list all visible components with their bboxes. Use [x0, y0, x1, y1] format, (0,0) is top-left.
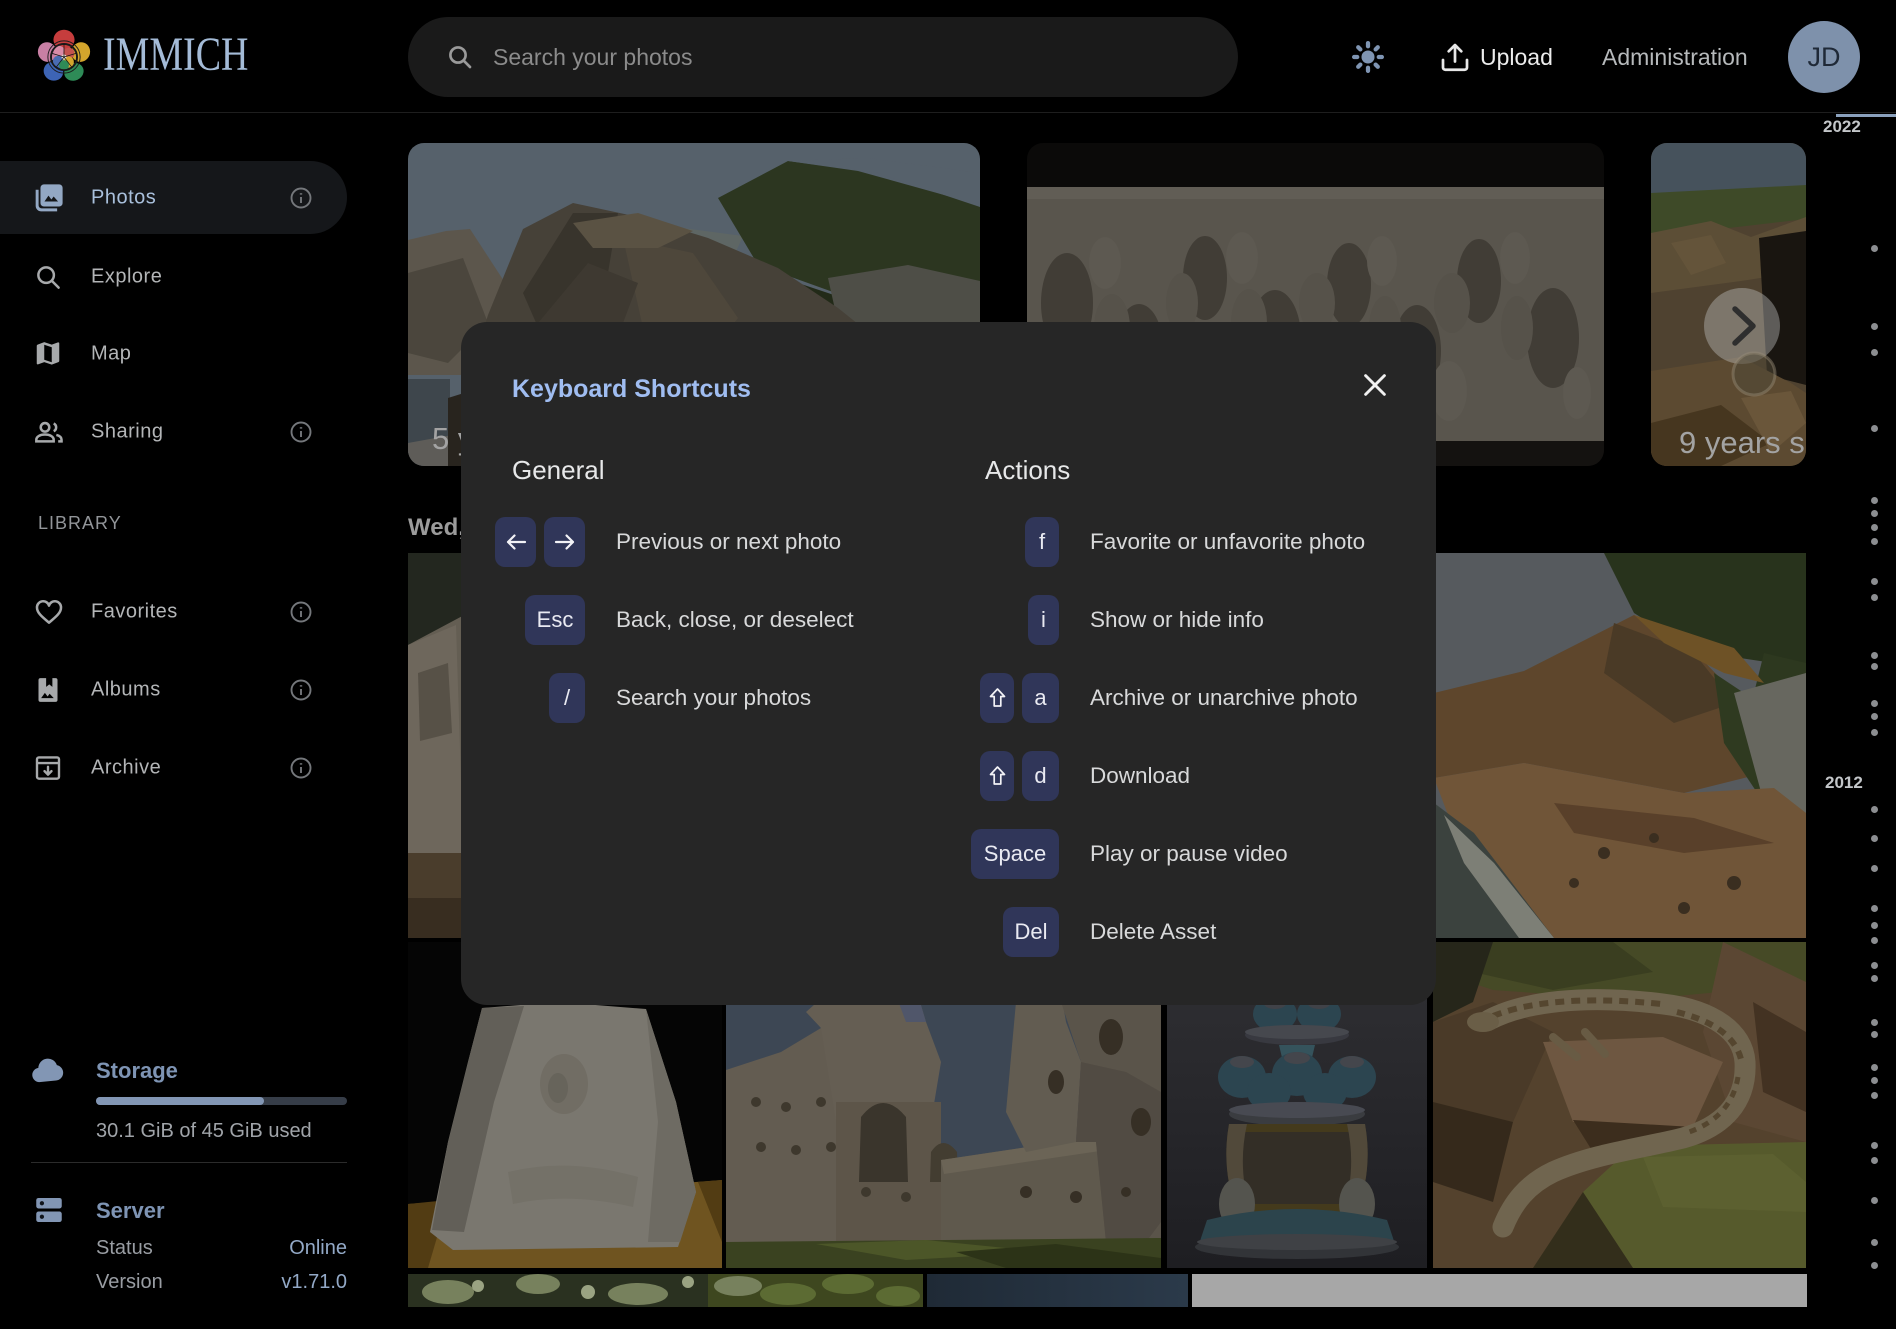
svg-text:9 years si: 9 years si [1679, 425, 1806, 460]
